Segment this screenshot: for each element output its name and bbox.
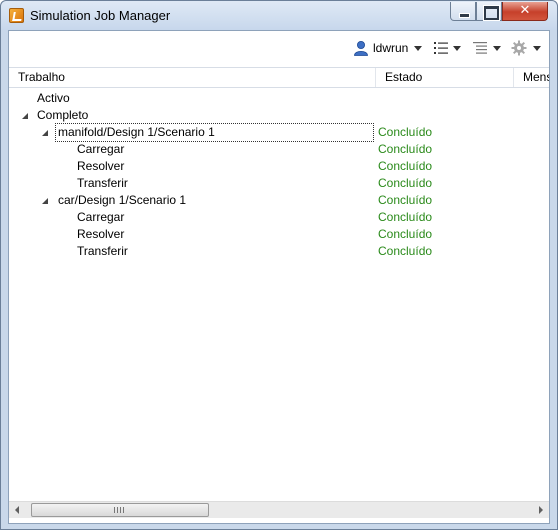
tree-row-label: car/Design 1/Scenario 1 bbox=[58, 193, 187, 207]
toolbar: ldwrun bbox=[9, 31, 549, 65]
title-bar[interactable]: Simulation Job Manager ✕ bbox=[1, 1, 557, 30]
app-window: Simulation Job Manager ✕ ldwrun Trabalho… bbox=[0, 0, 558, 530]
tree-row-status: Concluído bbox=[378, 125, 433, 139]
horizontal-scrollbar[interactable] bbox=[9, 501, 549, 518]
column-header: Trabalho Estado Mens bbox=[9, 67, 549, 88]
scrollbar-thumb[interactable] bbox=[31, 503, 209, 517]
job-tree: Activo Completo manifold/Design 1/Scenar… bbox=[9, 89, 549, 499]
tree-row-label: Resolver bbox=[77, 159, 125, 173]
tree-row-status: Concluído bbox=[378, 227, 433, 241]
tree-row[interactable]: Transferir Concluído bbox=[9, 175, 549, 192]
tree-row-label: Transferir bbox=[77, 244, 128, 258]
tree-row[interactable]: Activo bbox=[9, 90, 549, 107]
indent-list-chevron-down-icon[interactable] bbox=[493, 46, 501, 51]
tree-row-label: Transferir bbox=[77, 176, 128, 190]
column-header-trabalho[interactable]: Trabalho bbox=[9, 68, 376, 87]
collapse-arrow-icon[interactable] bbox=[42, 130, 48, 136]
tree-row[interactable]: Resolver Concluído bbox=[9, 158, 549, 175]
grip-icon bbox=[114, 507, 126, 513]
collapse-arrow-icon[interactable] bbox=[42, 198, 48, 204]
tree-row[interactable]: manifold/Design 1/Scenario 1 Concluído bbox=[9, 123, 549, 142]
user-icon[interactable] bbox=[353, 40, 369, 56]
collapse-arrow-icon[interactable] bbox=[22, 113, 28, 119]
user-menu-chevron-down-icon[interactable] bbox=[414, 46, 422, 51]
gear-icon[interactable] bbox=[511, 40, 527, 56]
minimize-button[interactable] bbox=[450, 2, 476, 21]
tree-row-label: manifold/Design 1/Scenario 1 bbox=[55, 123, 374, 142]
tree-row[interactable]: Resolver Concluído bbox=[9, 226, 549, 243]
tree-row[interactable]: Carregar Concluído bbox=[9, 209, 549, 226]
tree-row-label: Completo bbox=[37, 108, 89, 122]
column-header-estado[interactable]: Estado bbox=[376, 68, 514, 87]
tree-row-label: Activo bbox=[37, 91, 70, 105]
close-icon: ✕ bbox=[519, 3, 531, 18]
column-header-mensagem[interactable]: Mens bbox=[514, 68, 549, 87]
tree-row-label: Carregar bbox=[77, 210, 125, 224]
list-view-icon[interactable] bbox=[434, 41, 448, 55]
tree-row-label: Carregar bbox=[77, 142, 125, 156]
tree-row-label: Resolver bbox=[77, 227, 125, 241]
scroll-left-arrow-icon[interactable] bbox=[9, 502, 26, 518]
tree-row-status: Concluído bbox=[378, 244, 433, 258]
tree-row[interactable]: Completo bbox=[9, 107, 549, 124]
user-menu-label[interactable]: ldwrun bbox=[373, 41, 408, 55]
list-view-chevron-down-icon[interactable] bbox=[453, 46, 461, 51]
tree-row[interactable]: Carregar Concluído bbox=[9, 141, 549, 158]
tree-row-status: Concluído bbox=[378, 142, 433, 156]
tree-row-status: Concluído bbox=[378, 193, 433, 207]
app-logo-icon bbox=[9, 8, 24, 23]
window-title: Simulation Job Manager bbox=[30, 8, 171, 23]
client-area: ldwrun Trabalho Estado Men Activo Comple… bbox=[8, 30, 550, 524]
tree-row[interactable]: Transferir Concluído bbox=[9, 243, 549, 260]
tree-row-status: Concluído bbox=[378, 159, 433, 173]
maximize-button[interactable] bbox=[476, 2, 502, 21]
tree-row-status: Concluído bbox=[378, 176, 433, 190]
settings-chevron-down-icon[interactable] bbox=[533, 46, 541, 51]
scroll-right-arrow-icon[interactable] bbox=[532, 502, 549, 518]
indent-list-icon[interactable] bbox=[473, 41, 487, 55]
tree-row[interactable]: car/Design 1/Scenario 1 Concluído bbox=[9, 192, 549, 209]
tree-row-status: Concluído bbox=[378, 210, 433, 224]
close-button[interactable]: ✕ bbox=[502, 2, 548, 21]
